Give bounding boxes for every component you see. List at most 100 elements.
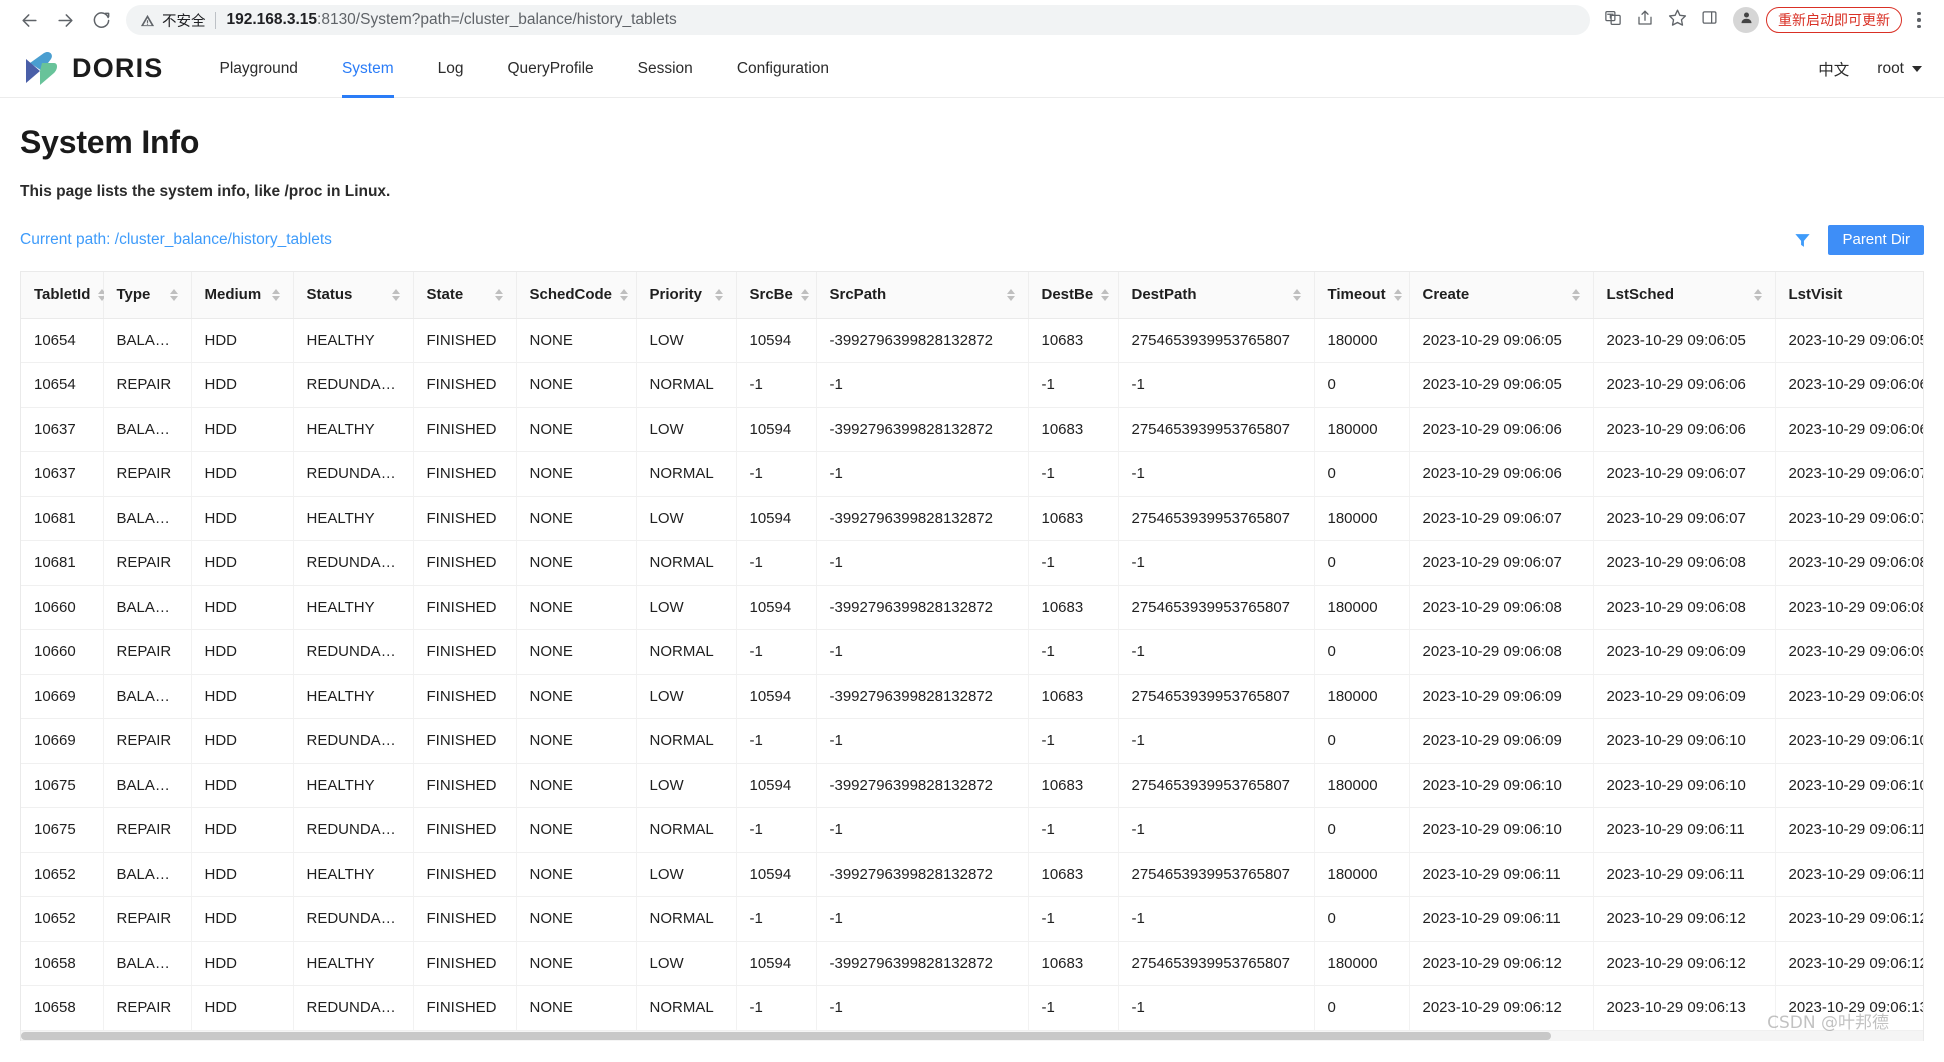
sort-toggle-icon[interactable] bbox=[1292, 288, 1301, 301]
table-row[interactable]: 10669 REPAIR HDD REDUNDANT FINISHED NONE NORMA… bbox=[21, 718, 1923, 764]
column-header-destPath[interactable]: DestPath bbox=[1118, 272, 1315, 319]
cell-tabletId[interactable]: 10658 bbox=[21, 985, 104, 1031]
table-row[interactable]: 10669 BALANCE HDD HEALTHY FINISHED NONE LOW 105… bbox=[21, 674, 1923, 719]
cell-tabletId[interactable]: 10652 bbox=[21, 896, 104, 942]
column-header-lstVisit[interactable]: LstVisit bbox=[1775, 272, 1923, 319]
column-header-srcBe[interactable]: SrcBe bbox=[736, 272, 817, 319]
filter-funnel-icon[interactable] bbox=[1793, 231, 1812, 250]
cell-destPath: -1 bbox=[1118, 451, 1315, 497]
user-menu[interactable]: root bbox=[1877, 60, 1922, 78]
scrollbar-thumb[interactable] bbox=[21, 1032, 1551, 1040]
column-header-priority[interactable]: Priority bbox=[636, 272, 737, 319]
browser-menu-button[interactable] bbox=[1906, 5, 1932, 35]
page-root: 不安全 192.168.3.15:8130/System?path=/clust… bbox=[0, 0, 1944, 1041]
cell-tabletId[interactable]: 10675 bbox=[21, 807, 104, 853]
column-header-schedCode[interactable]: SchedCode bbox=[516, 272, 637, 319]
nav-item-queryprofile[interactable]: QueryProfile bbox=[486, 40, 616, 98]
parent-dir-button[interactable]: Parent Dir bbox=[1828, 224, 1924, 256]
cell-tabletId[interactable]: 10654 bbox=[21, 318, 104, 363]
cell-tabletId[interactable]: 10681 bbox=[21, 496, 104, 541]
cell-tabletId[interactable]: 10675 bbox=[21, 763, 104, 808]
address-bar[interactable]: 不安全 192.168.3.15:8130/System?path=/clust… bbox=[126, 5, 1590, 35]
share-button[interactable] bbox=[1630, 5, 1660, 35]
column-header-type[interactable]: Type bbox=[103, 272, 192, 319]
column-header-state[interactable]: State bbox=[413, 272, 517, 319]
table-row[interactable]: 10660 REPAIR HDD REDUNDANT FINISHED NONE NORMA… bbox=[21, 629, 1923, 675]
cell-destBe: 10683 bbox=[1028, 318, 1119, 363]
cell-schedCode: NONE bbox=[516, 763, 637, 808]
table-row[interactable]: 10637 BALANCE HDD HEALTHY FINISHED NONE LOW 105… bbox=[21, 407, 1923, 452]
sort-toggle-icon[interactable] bbox=[1393, 288, 1402, 301]
column-header-create[interactable]: Create bbox=[1409, 272, 1594, 319]
brand-logo[interactable]: DORIS bbox=[18, 49, 164, 89]
nav-item-log[interactable]: Log bbox=[416, 40, 486, 98]
back-button[interactable] bbox=[12, 3, 46, 37]
table-row[interactable]: 10681 REPAIR HDD REDUNDANT FINISHED NONE NORMA… bbox=[21, 540, 1923, 586]
sort-toggle-icon[interactable] bbox=[494, 288, 503, 301]
bookmark-button[interactable] bbox=[1662, 5, 1692, 35]
cell-srcBe: -1 bbox=[736, 362, 817, 408]
column-header-lstSched[interactable]: LstSched bbox=[1593, 272, 1776, 319]
cell-tabletId[interactable]: 10660 bbox=[21, 585, 104, 630]
column-header-destBe[interactable]: DestBe bbox=[1028, 272, 1119, 319]
column-header-label: LstSched bbox=[1606, 286, 1675, 304]
nav-item-system[interactable]: System bbox=[320, 40, 416, 98]
cell-tabletId[interactable]: 10669 bbox=[21, 718, 104, 764]
sort-toggle-icon[interactable] bbox=[271, 288, 280, 301]
cell-destBe: 10683 bbox=[1028, 763, 1119, 808]
sort-toggle-icon[interactable] bbox=[714, 288, 723, 301]
translate-button[interactable] bbox=[1598, 5, 1628, 35]
cell-tabletId[interactable]: 10637 bbox=[21, 407, 104, 452]
reload-button[interactable] bbox=[84, 3, 118, 37]
cell-tabletId[interactable]: 10637 bbox=[21, 451, 104, 497]
sort-toggle-icon[interactable] bbox=[1101, 288, 1110, 301]
table-row[interactable]: 10675 BALANCE HDD HEALTHY FINISHED NONE LOW 105… bbox=[21, 763, 1923, 808]
profile-button[interactable] bbox=[1733, 7, 1759, 33]
sort-toggle-icon[interactable] bbox=[800, 288, 809, 301]
table-row[interactable]: 10654 BALANCE HDD HEALTHY FINISHED NONE LOW 105… bbox=[21, 318, 1923, 363]
nav-item-configuration[interactable]: Configuration bbox=[715, 40, 851, 98]
table-row[interactable]: 10660 BALANCE HDD HEALTHY FINISHED NONE LOW 105… bbox=[21, 585, 1923, 630]
cell-tabletId[interactable]: 10669 bbox=[21, 674, 104, 719]
table-row[interactable]: 10652 BALANCE HDD HEALTHY FINISHED NONE LOW 105… bbox=[21, 852, 1923, 897]
table-row[interactable]: 10637 REPAIR HDD REDUNDANT FINISHED NONE NORMA… bbox=[21, 451, 1923, 497]
sort-toggle-icon[interactable] bbox=[1753, 288, 1762, 301]
cell-status: HEALTHY bbox=[293, 318, 414, 363]
table-row[interactable]: 10658 BALANCE HDD HEALTHY FINISHED NONE LOW 105… bbox=[21, 941, 1923, 986]
table-row[interactable]: 10681 BALANCE HDD HEALTHY FINISHED NONE LOW 105… bbox=[21, 496, 1923, 541]
table-row[interactable]: 10652 REPAIR HDD REDUNDANT FINISHED NONE NORMA… bbox=[21, 896, 1923, 942]
update-button[interactable]: 重新启动即可更新 bbox=[1766, 7, 1902, 33]
not-secure-warning-icon[interactable] bbox=[140, 13, 155, 28]
sort-toggle-icon[interactable] bbox=[169, 288, 178, 301]
nav-item-playground[interactable]: Playground bbox=[198, 40, 320, 98]
forward-button[interactable] bbox=[48, 3, 82, 37]
column-header-srcPath[interactable]: SrcPath bbox=[816, 272, 1029, 319]
table-row[interactable]: 10658 REPAIR HDD REDUNDANT FINISHED NONE NORMA… bbox=[21, 985, 1923, 1031]
sort-toggle-icon[interactable] bbox=[1571, 288, 1580, 301]
sort-toggle-icon[interactable] bbox=[620, 288, 629, 301]
sort-toggle-icon[interactable] bbox=[391, 288, 400, 301]
cell-tabletId[interactable]: 10660 bbox=[21, 629, 104, 675]
reload-icon bbox=[92, 11, 111, 30]
column-header-tabletId[interactable]: TabletId bbox=[21, 272, 107, 319]
cell-tabletId[interactable]: 10654 bbox=[21, 362, 104, 408]
table-row[interactable]: 10675 REPAIR HDD REDUNDANT FINISHED NONE NORMA… bbox=[21, 807, 1923, 853]
cell-srcBe: 10594 bbox=[736, 585, 817, 630]
column-header-timeout[interactable]: Timeout bbox=[1314, 272, 1410, 319]
cell-timeout: 0 bbox=[1314, 540, 1410, 586]
cell-priority: NORMAL bbox=[636, 362, 737, 408]
nav-item-session[interactable]: Session bbox=[616, 40, 715, 98]
current-path-link[interactable]: Current path: /cluster_balance/history_t… bbox=[20, 231, 332, 249]
side-panel-button[interactable] bbox=[1694, 5, 1724, 35]
table-row[interactable]: 10654 REPAIR HDD REDUNDANT FINISHED NONE NORMA… bbox=[21, 362, 1923, 408]
horizontal-scrollbar[interactable] bbox=[21, 1031, 1923, 1041]
sort-toggle-icon[interactable] bbox=[1006, 288, 1015, 301]
cell-tabletId[interactable]: 10681 bbox=[21, 540, 104, 586]
cell-schedCode: NONE bbox=[516, 451, 637, 497]
column-header-medium[interactable]: Medium bbox=[191, 272, 294, 319]
cell-tabletId[interactable]: 10658 bbox=[21, 941, 104, 986]
language-switch[interactable]: 中文 bbox=[1818, 58, 1849, 80]
cell-priority: NORMAL bbox=[636, 540, 737, 586]
column-header-status[interactable]: Status bbox=[293, 272, 414, 319]
cell-tabletId[interactable]: 10652 bbox=[21, 852, 104, 897]
